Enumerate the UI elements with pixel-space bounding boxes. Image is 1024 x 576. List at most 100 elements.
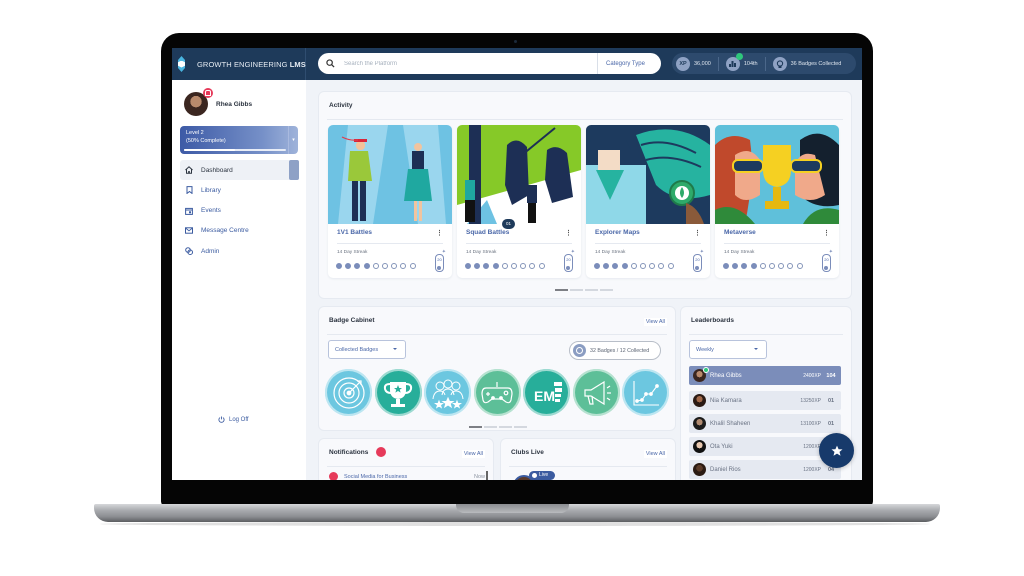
streak-dot-empty	[759, 263, 766, 269]
sidebar-nav: Dashboard Library Events Message Centre …	[180, 160, 299, 261]
avatar	[184, 88, 213, 116]
badge-filter-dropdown[interactable]: Collected Badges	[328, 340, 406, 359]
megaphone-badge[interactable]	[572, 369, 620, 416]
xp-stat[interactable]: XP 36,000	[676, 56, 711, 71]
growth-chart-badge[interactable]	[622, 369, 669, 416]
avatar	[693, 440, 706, 453]
streak-dot-empty	[409, 263, 416, 269]
search-bar: Category Type	[318, 53, 661, 74]
activity-card-squad-battles[interactable]: 01 Squad Battles ⋮ 14 Day Streak ✦ 20	[457, 125, 581, 278]
em-badge[interactable]: EM	[523, 369, 570, 416]
brand[interactable]: GROWTH ENGINEERING LMS	[172, 48, 306, 80]
search-icon[interactable]	[326, 59, 344, 68]
streak-dot-filled	[483, 263, 490, 269]
pager-dot[interactable]	[600, 289, 613, 291]
streak-dot-filled	[621, 263, 628, 269]
notifications-panel: Notifications View All Social Media for …	[318, 438, 494, 480]
category-type-dropdown[interactable]: Category Type	[597, 53, 661, 74]
pager-dot[interactable]	[499, 426, 512, 428]
divider	[689, 334, 843, 335]
leaderboard-xp: 2400XP	[803, 372, 821, 379]
sidebar-item-admin[interactable]: Admin	[180, 241, 298, 261]
brand-name-bold: LMS	[289, 59, 306, 69]
streak-dot-empty	[768, 263, 775, 269]
clubs-live-title: Clubs Live	[511, 449, 544, 456]
sidebar-item-label: Dashboard	[201, 166, 233, 174]
pager-dot[interactable]	[555, 289, 568, 291]
activity-card-explorer-maps[interactable]: Explorer Maps ⋮ 14 Day Streak ✦ 20	[586, 125, 710, 278]
leaderboard-icon	[725, 52, 743, 71]
rank-value: 104th	[743, 60, 758, 67]
sidebar-item-events[interactable]: Events	[180, 201, 298, 221]
badge-carousel-pager[interactable]	[469, 426, 527, 428]
badge-row: EM	[325, 369, 669, 416]
notification-item[interactable]: Social Media for Business Now	[329, 472, 485, 480]
streak-goal-badge: 20	[435, 254, 444, 272]
team-stars-badge[interactable]	[424, 369, 471, 416]
notification-time: Now	[473, 473, 485, 480]
user-profile[interactable]: Rhea Gibbs	[184, 88, 252, 116]
more-options-icon[interactable]: ⋮	[565, 229, 572, 237]
live-badge: Live	[529, 471, 555, 480]
pager-dot[interactable]	[469, 426, 482, 428]
pager-dot[interactable]	[484, 426, 497, 428]
card-image-1v1-battles	[328, 125, 452, 224]
log-off-label: Log Off	[229, 416, 249, 423]
notifications-scrollbar[interactable]	[486, 471, 488, 480]
level-expand-button[interactable]: ▾	[288, 126, 298, 154]
logo-icon	[178, 56, 185, 72]
leaderboard-rank: 104	[826, 372, 836, 379]
leaderboard-rank: 01	[827, 397, 835, 404]
streak-dot-empty	[796, 263, 803, 269]
laptop-shadow	[100, 522, 930, 526]
trophy-badge[interactable]	[374, 369, 422, 416]
leaderboard-period-dropdown[interactable]: Weekly	[689, 340, 767, 359]
streak-dot-filled	[354, 263, 361, 269]
leaderboard-row-current-user[interactable]: Rhea Gibbs 2400XP 104	[689, 366, 841, 385]
card-title: Metaverse	[724, 229, 756, 236]
streak-dot-empty	[658, 263, 665, 269]
badges-stat[interactable]: 36 Badges Collected	[772, 56, 841, 71]
pager-dot[interactable]	[585, 289, 598, 291]
badge-count-label: 32 Badges / 12 Collected	[590, 347, 650, 354]
favorites-fab-button[interactable]	[819, 433, 854, 468]
more-options-icon[interactable]: ⋮	[436, 229, 443, 237]
xp-icon: XP	[676, 56, 690, 71]
level-progress-card[interactable]: Level 2 (50% Complete) ▾	[180, 126, 298, 154]
leaderboard-xp: 1200XP	[803, 443, 821, 450]
sidebar-item-dashboard[interactable]: Dashboard	[180, 160, 299, 180]
search-input[interactable]	[344, 60, 594, 67]
log-off-button[interactable]: Log Off	[218, 416, 249, 423]
pager-dot[interactable]	[570, 289, 583, 291]
pager-dot[interactable]	[514, 426, 527, 428]
leaderboard-xp: 13250XP	[800, 397, 821, 404]
clubs-live-view-all-link[interactable]: View All	[643, 450, 667, 458]
sidebar-item-message-centre[interactable]: Message Centre	[180, 221, 298, 241]
more-options-icon[interactable]: ⋮	[823, 229, 830, 237]
activity-card-metaverse[interactable]: Metaverse ⋮ 14 Day Streak ✦ 20	[715, 125, 839, 278]
brand-name: GROWTH ENGINEERING LMS	[197, 60, 306, 69]
notifications-view-all-link[interactable]: View All	[461, 450, 485, 458]
target-badge[interactable]	[325, 369, 372, 416]
rank-stat[interactable]: 104th	[725, 52, 758, 71]
clubs-live-panel: Clubs Live View All Live	[500, 438, 676, 480]
activity-carousel-pager[interactable]	[555, 289, 613, 291]
leaderboard-row[interactable]: Khalil Shaheen 13100XP 01	[689, 414, 841, 433]
leaderboard-row[interactable]: Ota Yuki 1200XP	[689, 437, 841, 456]
streak-dots	[336, 263, 416, 269]
more-options-icon[interactable]: ⋮	[694, 229, 701, 237]
leaderboard-name: Daniel Rios	[710, 466, 741, 473]
level-text: Level 2 (50% Complete)	[180, 126, 288, 154]
admin-icon	[184, 246, 194, 256]
gamepad-badge[interactable]	[473, 369, 521, 416]
streak-dot-empty	[630, 263, 637, 269]
divider	[466, 243, 572, 244]
leaderboard-row[interactable]: Nia Kamara 13250XP 01	[689, 391, 841, 410]
leaderboard-row[interactable]: Daniel Rios 1200XP 04	[689, 460, 841, 479]
live-club-item[interactable]: Live	[513, 471, 555, 480]
sidebar-item-library[interactable]: Library	[180, 180, 298, 200]
badge-cabinet-view-all-link[interactable]: View All	[643, 318, 667, 326]
streak-dot-filled	[474, 263, 481, 269]
notification-bell-icon[interactable]	[203, 88, 213, 98]
activity-card-1v1-battles[interactable]: 1V1 Battles ⋮ 14 Day Streak ✦ 20	[328, 125, 452, 278]
